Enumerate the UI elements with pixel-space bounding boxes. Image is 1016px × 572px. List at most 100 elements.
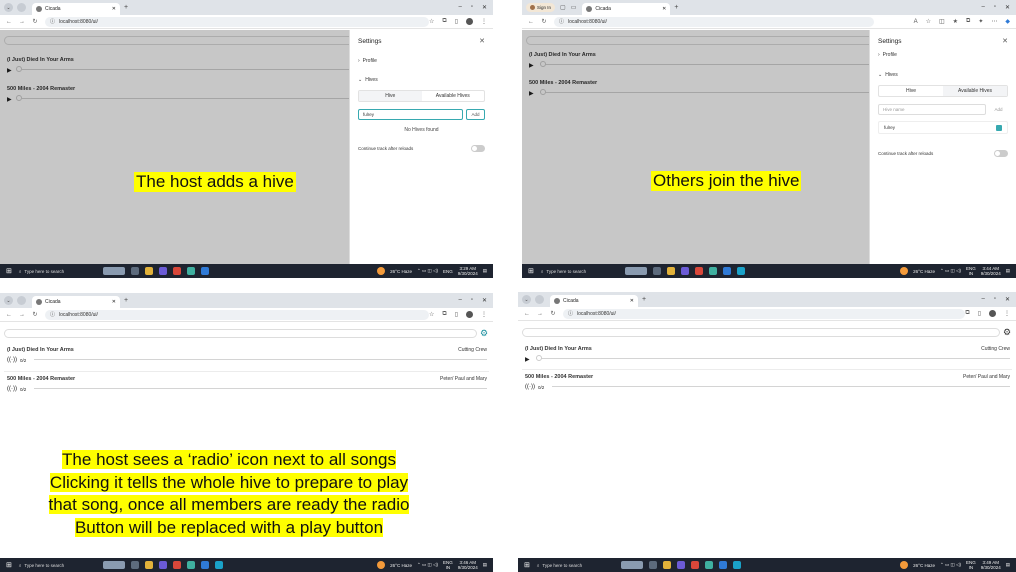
split-screen-icon[interactable]: ◫ xyxy=(939,18,945,25)
add-hive-button[interactable]: Add xyxy=(989,104,1008,115)
taskbar-search[interactable]: ⌕ Type here to search xyxy=(537,560,615,570)
task-view-icon[interactable] xyxy=(652,267,661,275)
weather-text[interactable]: 26°C Haze xyxy=(390,563,412,568)
tab-available-hives[interactable]: Available Hives xyxy=(943,86,1007,96)
settings-gear-icon[interactable]: ⚙ xyxy=(479,328,489,338)
windows-start-icon[interactable]: ⊞ xyxy=(524,561,530,569)
file-explorer-icon[interactable] xyxy=(144,267,153,275)
minimize-icon[interactable]: – xyxy=(458,297,461,304)
tab-groups-icon[interactable] xyxy=(535,295,544,304)
reload-icon[interactable]: ↻ xyxy=(549,310,557,317)
play-icon[interactable]: ▶ xyxy=(525,356,530,363)
radio-icon[interactable]: ((·)) xyxy=(7,386,17,392)
browser-tab[interactable]: Cicada ✕ xyxy=(550,295,638,307)
tab-search-icon[interactable]: ⌄ xyxy=(522,295,531,304)
windows-start-icon[interactable]: ⊞ xyxy=(528,267,534,275)
profile-icon[interactable] xyxy=(466,18,473,25)
taskbar-search[interactable]: ⌕ Type here to search xyxy=(19,266,97,276)
teams-icon[interactable] xyxy=(158,267,167,275)
chrome-icon[interactable] xyxy=(694,267,703,275)
back-icon[interactable]: ← xyxy=(527,19,535,25)
tray-icons[interactable]: ⌃ ▭ ◫ ◁) xyxy=(417,562,438,568)
hive-name-input[interactable]: Hive name xyxy=(878,104,986,115)
join-hive-icon[interactable] xyxy=(996,124,1002,131)
sidebar-icon[interactable]: ▯ xyxy=(455,18,458,25)
hives-section-toggle[interactable]: ⌄ Hives xyxy=(878,72,898,78)
tab-groups-icon[interactable] xyxy=(17,3,26,12)
site-info-icon[interactable]: ⓘ xyxy=(568,310,573,317)
favorites-icon[interactable]: ★ xyxy=(953,18,958,25)
teams-icon[interactable] xyxy=(676,561,685,569)
close-icon[interactable]: ✕ xyxy=(479,37,485,45)
taskbar-widget-icon[interactable] xyxy=(620,561,643,569)
browser-tab[interactable]: Cicada ✕ xyxy=(32,296,120,308)
radio-icon[interactable]: ((·)) xyxy=(525,384,535,390)
teams-icon[interactable] xyxy=(680,267,689,275)
file-explorer-icon[interactable] xyxy=(666,267,675,275)
tray-icons[interactable]: ⌃ ▭ ◫ ◁) xyxy=(940,562,961,568)
vscode-icon[interactable] xyxy=(200,561,209,569)
taskbar-widget-icon[interactable] xyxy=(102,267,125,275)
hive-name-input[interactable]: fulrey xyxy=(358,109,463,120)
url-field[interactable]: ⓘ localhost:8080/ui/ xyxy=(45,16,429,27)
continue-track-toggle[interactable] xyxy=(994,150,1008,157)
site-info-icon[interactable]: ⓘ xyxy=(50,18,55,25)
weather-text[interactable]: 26°C Haze xyxy=(390,269,412,274)
taskbar-search[interactable]: ⌕ Type here to search xyxy=(19,560,97,570)
reload-icon[interactable]: ↻ xyxy=(31,18,39,25)
read-aloud-icon[interactable]: A xyxy=(914,19,918,25)
track-search-input[interactable] xyxy=(522,328,1000,337)
menu-icon[interactable]: ⋯ xyxy=(991,18,997,25)
edge-icon[interactable] xyxy=(736,267,745,275)
weather-text[interactable]: 26°C Haze xyxy=(913,563,935,568)
vscode-icon[interactable] xyxy=(722,267,731,275)
back-icon[interactable]: ← xyxy=(5,19,13,25)
tab-search-icon[interactable]: ⌄ xyxy=(4,296,13,305)
menu-icon[interactable]: ⋮ xyxy=(481,311,487,318)
taskbar-widget-icon[interactable] xyxy=(624,267,647,275)
sidebar-icon[interactable]: ▯ xyxy=(455,311,458,318)
profile-section-toggle[interactable]: › Profile xyxy=(878,52,897,58)
weather-text[interactable]: 26°C Haze xyxy=(913,269,935,274)
chrome-icon[interactable] xyxy=(690,561,699,569)
collections-icon[interactable]: ▢ xyxy=(560,4,566,11)
chrome-icon[interactable] xyxy=(172,561,181,569)
url-field[interactable]: ⓘ localhost:8080/ui/ xyxy=(563,308,966,319)
track-search-input[interactable] xyxy=(4,329,477,338)
tab-search-icon[interactable]: ⌄ xyxy=(4,3,13,12)
sidebar-icon[interactable]: ▯ xyxy=(978,310,981,317)
copilot-icon[interactable]: ◆ xyxy=(1005,18,1010,25)
vscode-icon[interactable] xyxy=(200,267,209,275)
file-explorer-icon[interactable] xyxy=(662,561,671,569)
menu-icon[interactable]: ⋮ xyxy=(481,18,487,25)
taskbar-widget-icon[interactable] xyxy=(102,561,125,569)
favorite-icon[interactable]: ☆ xyxy=(926,18,931,25)
forward-icon[interactable]: → xyxy=(18,312,26,318)
reload-icon[interactable]: ↻ xyxy=(540,18,548,25)
chrome-icon[interactable] xyxy=(172,267,181,275)
browser-tab[interactable]: Cicada ✕ xyxy=(582,3,671,15)
hives-section-toggle[interactable]: ⌄ Hives xyxy=(358,77,378,83)
bookmark-icon[interactable]: ☆ xyxy=(429,18,434,25)
site-info-icon[interactable]: ⓘ xyxy=(50,311,55,318)
extensions-icon[interactable]: ⧉ xyxy=(442,18,446,25)
new-tab-icon[interactable]: + xyxy=(124,297,128,304)
task-view-icon[interactable] xyxy=(648,561,657,569)
file-explorer-icon[interactable] xyxy=(144,561,153,569)
reload-icon[interactable]: ↻ xyxy=(31,311,39,318)
profile-icon[interactable] xyxy=(466,311,473,318)
close-tab-icon[interactable]: ✕ xyxy=(662,6,666,12)
app-icon[interactable] xyxy=(186,561,195,569)
edge-icon[interactable] xyxy=(214,561,223,569)
teams-icon[interactable] xyxy=(158,561,167,569)
extensions-icon[interactable]: ⧉ xyxy=(965,310,969,317)
tab-actions-icon[interactable]: ▭ xyxy=(571,4,577,11)
close-icon[interactable]: ✕ xyxy=(1002,37,1008,45)
maximize-icon[interactable]: ▫ xyxy=(994,296,996,303)
minimize-icon[interactable]: – xyxy=(981,296,984,303)
hive-list-item[interactable]: fulrey xyxy=(878,121,1008,134)
new-tab-icon[interactable]: + xyxy=(674,4,678,11)
close-window-icon[interactable]: ✕ xyxy=(1005,4,1010,11)
tray-icons[interactable]: ⌃ ▭ ◫ ◁) xyxy=(417,268,438,274)
close-tab-icon[interactable]: ✕ xyxy=(112,6,116,12)
